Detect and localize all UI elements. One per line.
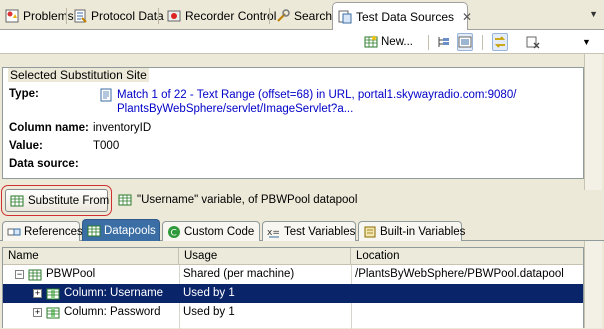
problems-icon bbox=[5, 9, 19, 23]
table-header: Name Usage Location bbox=[3, 248, 583, 265]
row-name: PBWPool bbox=[46, 268, 96, 280]
view-menu-chevron-icon[interactable]: ▼ bbox=[582, 33, 591, 51]
bottom-tab-bar: References Datapools C Custom Code x= Te… bbox=[0, 219, 604, 241]
tab-search[interactable]: Search bbox=[271, 4, 337, 27]
tab-built-in-variables[interactable]: Built-in Variables bbox=[358, 221, 466, 241]
substitute-from-label: Substitute From bbox=[28, 194, 110, 207]
references-icon bbox=[7, 225, 21, 239]
link-arrows-icon bbox=[493, 35, 507, 49]
built-in-variables-icon bbox=[363, 225, 377, 239]
flat-layout-button[interactable] bbox=[457, 33, 473, 51]
toolbar-divider bbox=[428, 35, 429, 50]
type-value[interactable]: Match 1 of 22 - Text Range (offset=68) i… bbox=[99, 88, 539, 116]
tab-divider bbox=[66, 8, 67, 24]
expand-toggle[interactable]: + bbox=[33, 289, 42, 298]
tab-label: Custom Code bbox=[184, 225, 255, 238]
table-row[interactable]: + Column: Username Used by 1 bbox=[3, 284, 583, 303]
type-value-line2: PlantsByWebSphere/servlet/ImageServlet?a… bbox=[117, 103, 354, 115]
table-row[interactable]: − PBWPool Shared (per machine) /PlantsBy… bbox=[3, 265, 583, 284]
recorder-control-icon bbox=[167, 9, 181, 23]
datapool-column-icon bbox=[46, 306, 60, 320]
collapse-toggle[interactable]: − bbox=[15, 270, 24, 279]
vertical-scrollbar[interactable] bbox=[584, 54, 602, 190]
remove-icon bbox=[526, 35, 540, 49]
row-name: Column: Username bbox=[64, 287, 164, 299]
document-icon bbox=[99, 88, 113, 102]
vertical-scrollbar[interactable] bbox=[584, 241, 602, 328]
column-name-value: inventoryID bbox=[93, 122, 152, 134]
tab-label: Recorder Control bbox=[185, 8, 277, 23]
test-variables-icon: x= bbox=[267, 225, 281, 239]
link-with-editor-button[interactable] bbox=[492, 33, 508, 51]
expand-toggle[interactable]: + bbox=[33, 308, 42, 317]
substitute-from-button[interactable]: Substitute From bbox=[5, 189, 110, 212]
tab-custom-code[interactable]: C Custom Code bbox=[162, 221, 260, 241]
location-cell: /PlantsByWebSphere/PBWPool.datapool bbox=[355, 268, 564, 280]
new-button[interactable]: New... bbox=[364, 33, 413, 51]
datapool-column-icon bbox=[118, 193, 132, 207]
custom-code-icon: C bbox=[167, 225, 181, 239]
value-label: Value: bbox=[9, 140, 43, 152]
view-tab-bar: Problems Protocol Data Recorder Control … bbox=[0, 0, 604, 30]
tab-divider bbox=[269, 8, 270, 24]
datapools-icon bbox=[87, 224, 101, 238]
substitution-site-group bbox=[2, 67, 584, 179]
list-layout-icon bbox=[458, 35, 472, 49]
type-value-line1: Match 1 of 22 - Text Range (offset=68) i… bbox=[117, 89, 517, 101]
column-header-name[interactable]: Name bbox=[3, 248, 179, 265]
substitute-info-text: "Username" variable, of PBWPool datapool bbox=[137, 194, 358, 206]
tab-references[interactable]: References bbox=[2, 221, 83, 241]
datapool-icon bbox=[10, 194, 24, 208]
search-icon bbox=[276, 8, 290, 23]
tab-test-data-sources[interactable]: Test Data Sources ✕ bbox=[332, 2, 472, 30]
column-name-label: Column name: bbox=[9, 122, 89, 134]
new-datapool-icon bbox=[364, 35, 378, 49]
hierarchical-layout-button[interactable] bbox=[436, 33, 450, 51]
name-cell: + Column: Username bbox=[33, 284, 163, 303]
usage-cell: Used by 1 bbox=[183, 287, 235, 299]
tab-label: Search bbox=[294, 8, 333, 23]
close-icon[interactable]: ✕ bbox=[462, 10, 472, 24]
substitute-info: "Username" variable, of PBWPool datapool bbox=[118, 193, 357, 207]
remove-button[interactable] bbox=[526, 33, 540, 51]
name-cell: − PBWPool bbox=[15, 265, 95, 284]
tree-layout-icon bbox=[436, 35, 450, 49]
column-header-usage[interactable]: Usage bbox=[179, 248, 351, 265]
datapools-table: Name Usage Location − PBWPool Shared (pe… bbox=[2, 247, 584, 329]
value-value: T000 bbox=[93, 140, 120, 152]
usage-cell: Used by 1 bbox=[183, 306, 235, 318]
table-row[interactable]: + Column: Password Used by 1 bbox=[3, 303, 583, 322]
test-data-sources-icon bbox=[338, 10, 352, 24]
tab-divider bbox=[158, 8, 159, 24]
data-source-label: Data source: bbox=[9, 158, 79, 170]
view-toolbar: New... ▼ bbox=[0, 30, 604, 54]
tab-recorder-control[interactable]: Recorder Control bbox=[162, 4, 281, 27]
tab-protocol-data[interactable]: Protocol Data bbox=[68, 4, 169, 27]
chevron-down-icon[interactable]: ▼ bbox=[589, 9, 598, 19]
datapool-column-icon bbox=[46, 287, 60, 301]
group-title: Selected Substitution Site bbox=[8, 68, 149, 82]
name-cell: + Column: Password bbox=[33, 303, 161, 322]
datapool-icon bbox=[28, 268, 42, 282]
usage-cell: Shared (per machine) bbox=[183, 268, 295, 280]
tab-label: Test Data Sources bbox=[356, 9, 455, 24]
type-label: Type: bbox=[9, 88, 39, 100]
new-button-label: New... bbox=[381, 36, 413, 48]
tab-datapools[interactable]: Datapools bbox=[82, 219, 160, 241]
tab-label: References bbox=[24, 225, 83, 238]
tab-test-variables[interactable]: x= Test Variables bbox=[262, 221, 356, 241]
row-name: Column: Password bbox=[64, 306, 161, 318]
toolbar-divider bbox=[482, 35, 483, 50]
tab-label: Built-in Variables bbox=[380, 225, 466, 238]
protocol-data-icon bbox=[73, 9, 87, 23]
tab-label: Test Variables bbox=[284, 225, 356, 238]
column-header-location[interactable]: Location bbox=[351, 248, 585, 265]
tab-label: Protocol Data bbox=[91, 8, 164, 23]
svg-text:C: C bbox=[171, 228, 177, 238]
tab-label: Datapools bbox=[104, 224, 156, 237]
